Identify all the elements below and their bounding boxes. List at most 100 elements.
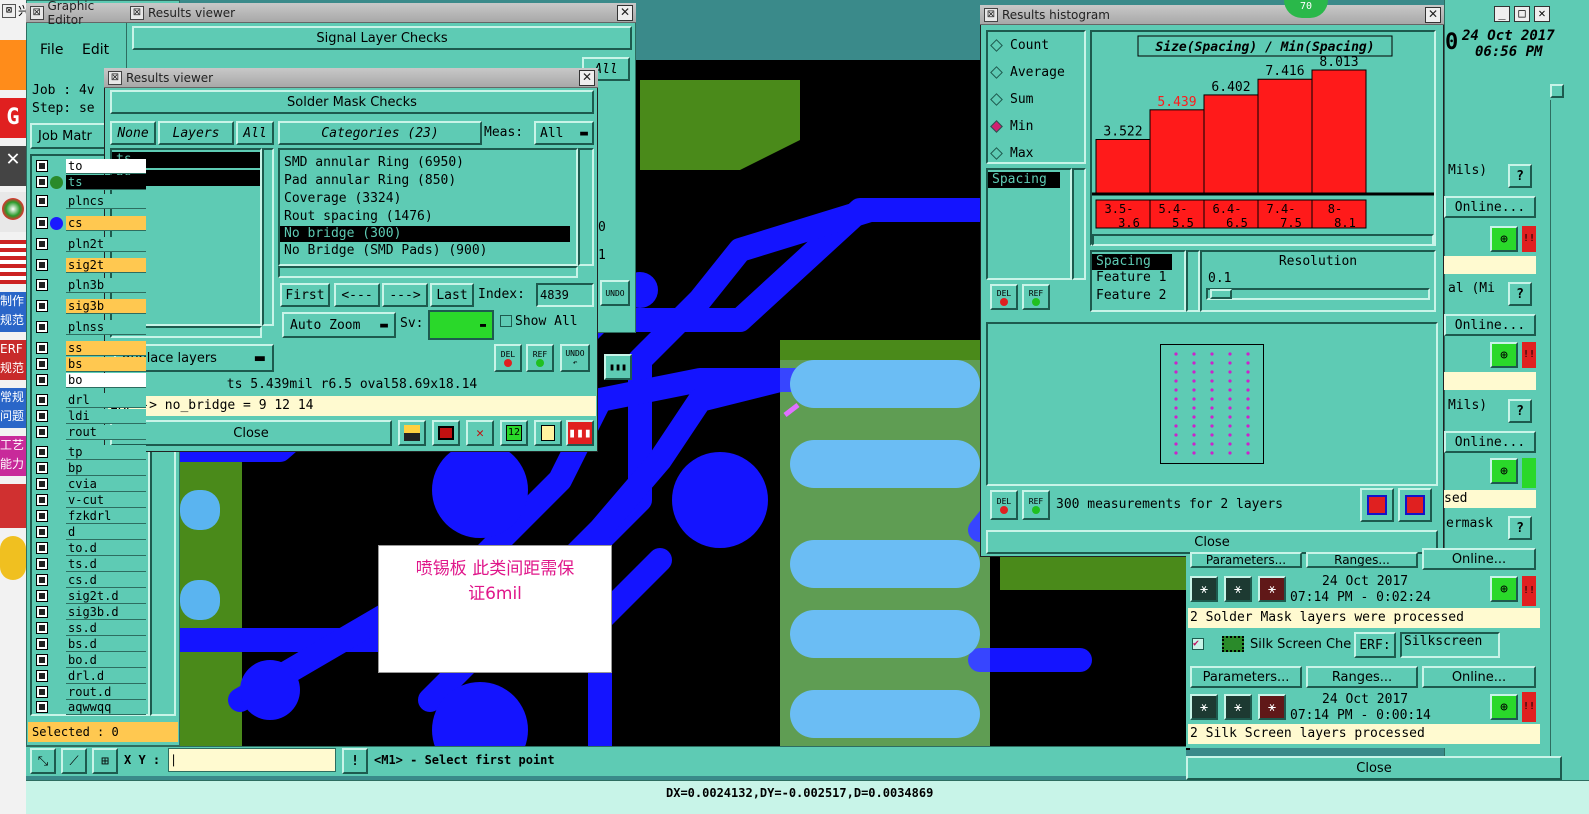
help-button-2[interactable]: ?	[1508, 282, 1532, 306]
layer-row-bo.d[interactable]: bo.d	[34, 653, 146, 668]
parameters-button-1[interactable]: Parameters...	[1190, 552, 1302, 568]
meas-dropdown[interactable]: All ▬	[534, 121, 594, 145]
index-input[interactable]: 4839	[536, 283, 594, 307]
zoom-button-2[interactable]: ⊕	[1490, 342, 1518, 368]
layer-row-sig3b[interactable]: sig3b	[34, 299, 146, 314]
silk-checkbox[interactable]: ✔	[1192, 638, 1204, 650]
first-button[interactable]: First	[280, 283, 330, 307]
undo-button[interactable]: UNDO ↶	[560, 344, 590, 372]
layer-row-bo[interactable]: bo	[34, 373, 146, 388]
category-list-hscroll[interactable]	[278, 266, 578, 278]
layer-row-bp[interactable]: bp	[34, 461, 146, 476]
renumber-icon-button[interactable]: 12	[500, 420, 528, 446]
results-viewer-solder-titlebar[interactable]: ⊠ Results viewer ✕	[104, 68, 598, 88]
del-button[interactable]: DEL	[494, 344, 522, 372]
cn-shortcut-3[interactable]: 常规 问题	[0, 388, 26, 428]
layer-row-drl.d[interactable]: drl.d	[34, 669, 146, 684]
option-count[interactable]: Count	[990, 36, 1049, 54]
show-all-checkbox[interactable]	[500, 315, 512, 327]
preview-del-button[interactable]: DEL	[990, 490, 1018, 520]
histogram-bar[interactable]	[1095, 138, 1151, 195]
close-button[interactable]: Close	[110, 420, 392, 446]
layer-checkbox[interactable]	[36, 494, 48, 506]
right-panel-scrollbar[interactable]	[1550, 100, 1562, 760]
category-item[interactable]: No Bridge (SMD Pads) (900)	[280, 242, 576, 260]
layer-checkbox[interactable]	[36, 160, 48, 172]
category-list-vscroll[interactable]	[578, 148, 594, 266]
help-button-1[interactable]: ?	[1508, 164, 1532, 188]
option-min[interactable]: Min	[990, 117, 1033, 135]
layer-checkbox[interactable]	[36, 446, 48, 458]
sv-color-dropdown[interactable]: ▬	[428, 310, 494, 340]
online-button-5[interactable]: Online...	[1422, 666, 1536, 688]
ball-icon[interactable]	[0, 192, 26, 232]
ref-button[interactable]: REF	[526, 344, 554, 372]
slider-handle[interactable]	[1210, 289, 1232, 299]
app-icon-red[interactable]	[0, 40, 26, 90]
cn-shortcut-1[interactable]: 制作 规范	[0, 292, 26, 332]
layer-checkbox[interactable]	[36, 279, 48, 291]
parameters-button-2[interactable]: Parameters...	[1190, 666, 1302, 688]
ranges-button-2[interactable]: Ranges...	[1306, 666, 1418, 688]
zoom-back-button[interactable]	[1398, 488, 1432, 522]
option-average[interactable]: Average	[990, 63, 1065, 81]
window-menu-icon[interactable]: ⊠	[984, 7, 998, 22]
cn-shortcut-2[interactable]: ERF 规范	[0, 340, 26, 380]
job-matrix-button[interactable]: Job Matr	[30, 123, 106, 149]
histogram-chart[interactable]: Size(Spacing) / Min(Spacing) 3.522 3.5-3.6…	[1092, 32, 1434, 232]
histogram-bar[interactable]	[1149, 109, 1205, 195]
run-button-2[interactable]: ⚹	[1190, 694, 1218, 720]
zoom-fit-button[interactable]: ⤡	[30, 748, 56, 774]
results-histogram-titlebar[interactable]: ⊠ Results histogram ✕	[980, 5, 1444, 25]
layer-row-sig2t.d[interactable]: sig2t.d	[34, 589, 146, 604]
radio-icon[interactable]	[990, 92, 1003, 106]
layer-checkbox[interactable]	[36, 394, 48, 406]
layer-row-cs[interactable]: cs	[34, 216, 146, 231]
layer-row-drl[interactable]: drl	[34, 393, 146, 408]
category-item[interactable]: Rout spacing (1476)	[280, 208, 576, 226]
layers-all-button[interactable]: All	[236, 121, 274, 145]
layer-checkbox[interactable]	[36, 654, 48, 666]
feature-item[interactable]: Feature 2	[1092, 288, 1184, 306]
category-item[interactable]: Pad annular Ring (850)	[280, 172, 576, 190]
layer-row-rout.d[interactable]: rout.d	[34, 685, 146, 700]
layers-none-button[interactable]: None	[110, 121, 156, 145]
hist-ref-button[interactable]: REF	[1022, 284, 1050, 310]
layer-row-ldi[interactable]: ldi	[34, 409, 146, 424]
layer-row-bs[interactable]: bs	[34, 357, 146, 372]
checklist-close-button[interactable]: Close	[1186, 756, 1562, 780]
zoom-button-5[interactable]: ⊕	[1490, 694, 1518, 720]
online-button-3[interactable]: Online...	[1444, 431, 1536, 453]
app-icon-db[interactable]	[0, 484, 26, 528]
layer-checkbox[interactable]	[36, 358, 48, 370]
layers-tab[interactable]: Layers	[158, 121, 234, 145]
layer-checkbox[interactable]	[36, 238, 48, 250]
hist-del-button[interactable]: DEL	[990, 284, 1018, 310]
maximize-icon[interactable]: □	[1514, 6, 1530, 22]
layer-row-cs.d[interactable]: cs.d	[34, 573, 146, 588]
cn-shortcut-4[interactable]: 工艺 能力	[0, 436, 26, 476]
layer-checkbox[interactable]	[36, 606, 48, 618]
window-menu-icon[interactable]: ⊠	[108, 70, 122, 85]
results-viewer-signal-titlebar[interactable]: ⊠ Results viewer ✕	[126, 3, 636, 23]
window-menu-icon[interactable]: ⊠	[130, 5, 144, 20]
layer-checkbox[interactable]	[36, 574, 48, 586]
radio-icon[interactable]	[990, 38, 1003, 52]
histogram-open-button[interactable]: ▮▮▮	[604, 354, 632, 380]
layer-checkbox[interactable]	[36, 622, 48, 634]
auto-zoom-dropdown[interactable]: Auto Zoom ▬	[282, 312, 396, 338]
category-item[interactable]: SMD annular Ring (6950)	[280, 154, 576, 172]
help-button-3[interactable]: ?	[1508, 399, 1532, 423]
layer-row-plncs[interactable]: plncs	[34, 194, 146, 209]
close-icon[interactable]: ✕	[1425, 6, 1441, 23]
layer-checkbox[interactable]	[36, 176, 48, 188]
alert-button[interactable]: !	[342, 748, 368, 774]
zoom-button-3[interactable]: ⊕	[1490, 458, 1518, 484]
xy-input[interactable]: ⎸	[168, 748, 336, 772]
layer-checkbox[interactable]	[36, 542, 48, 554]
feature-list-scroll[interactable]	[1186, 250, 1200, 312]
layer-checkbox[interactable]	[36, 686, 48, 698]
histogram-bar[interactable]	[1257, 78, 1313, 195]
close-icon[interactable]: ✕	[1534, 6, 1550, 22]
minimize-icon[interactable]: _	[1494, 6, 1510, 22]
